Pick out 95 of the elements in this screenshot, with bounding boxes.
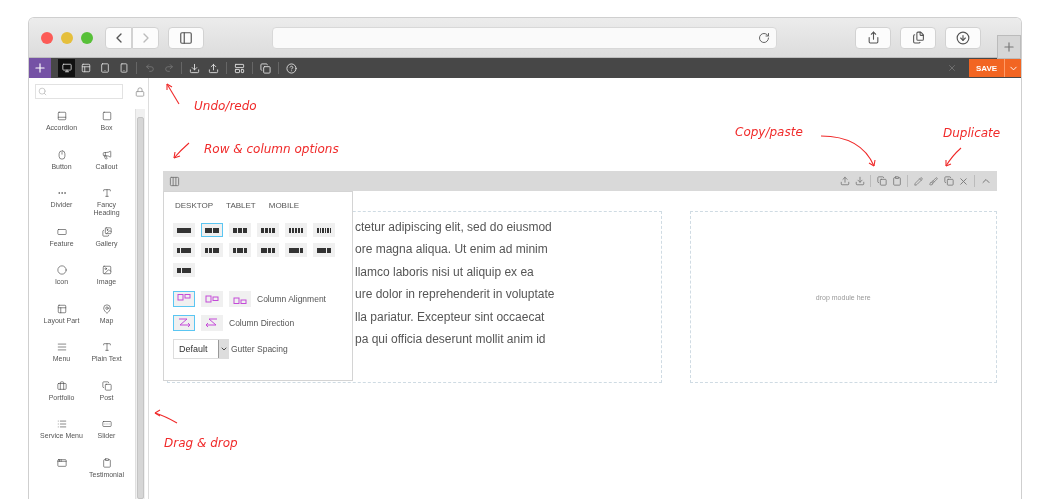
list-icon[interactable] xyxy=(56,419,67,429)
sidebar-icon xyxy=(179,30,193,45)
window-icon[interactable] xyxy=(56,457,67,468)
column-layout-button[interactable] xyxy=(201,223,223,237)
duplicate-row-button[interactable] xyxy=(941,173,956,189)
pages-icon xyxy=(911,31,925,44)
brush-icon xyxy=(929,176,938,186)
annotation-arrow xyxy=(173,142,190,159)
annotation-arrow xyxy=(945,147,962,167)
address-field[interactable] xyxy=(272,26,777,49)
copy-icon xyxy=(876,176,887,186)
image-icon[interactable] xyxy=(101,265,112,275)
clipboard-icon xyxy=(891,176,902,186)
download-icon xyxy=(189,62,200,74)
layout-icon xyxy=(234,62,245,74)
annotation-arrow xyxy=(154,409,178,424)
close-window-icon[interactable] xyxy=(41,31,53,44)
reload-icon xyxy=(758,31,770,44)
body-text: ore magna aliqua. Ut enim ad minim xyxy=(355,241,549,259)
alignment-button[interactable] xyxy=(173,291,195,307)
undo-icon xyxy=(144,63,155,73)
phone-icon xyxy=(118,63,129,73)
new-tab-button[interactable] xyxy=(997,35,1021,59)
caret-icon xyxy=(219,345,228,353)
body-text: ure dolor in reprehenderit in voluptate xyxy=(355,286,556,304)
rectangle-icon[interactable] xyxy=(56,226,67,237)
alignment-icon xyxy=(205,294,219,304)
zigzag-arrow-icon xyxy=(205,318,219,328)
direction-button[interactable] xyxy=(173,315,195,331)
stacked-squares-icon[interactable] xyxy=(101,380,112,391)
gutter-select[interactable]: Default xyxy=(173,339,229,359)
lines-icon[interactable] xyxy=(56,342,67,352)
monitor-icon xyxy=(61,63,72,73)
upload-icon xyxy=(208,62,219,74)
lock-icon[interactable] xyxy=(135,86,145,97)
download-icon xyxy=(854,176,865,186)
annotation-note: Undo/redo xyxy=(194,99,257,113)
gutter-label: Gutter Spacing xyxy=(231,344,288,354)
device-view-button[interactable] xyxy=(58,59,75,77)
panel-icon[interactable] xyxy=(56,111,67,121)
tablet-icon xyxy=(99,63,110,73)
close-icon xyxy=(958,175,969,187)
briefcase-icon[interactable] xyxy=(56,380,67,391)
annotation-note: Row & column options xyxy=(204,142,339,156)
help-icon xyxy=(286,62,297,74)
tabs-button[interactable] xyxy=(900,26,936,49)
share-button[interactable] xyxy=(855,26,891,49)
slider-icon[interactable] xyxy=(101,419,112,429)
device-tab[interactable]: MOBILE xyxy=(268,201,299,210)
search-field[interactable] xyxy=(35,84,123,99)
map-pin-icon[interactable] xyxy=(101,303,112,314)
zigzag-arrow-icon xyxy=(177,318,191,328)
circle-icon[interactable] xyxy=(56,265,67,275)
close-icon xyxy=(946,63,957,73)
mouse-icon[interactable] xyxy=(56,149,67,160)
stacked-squares-icon xyxy=(260,62,271,74)
body-text: llamco laboris nisi ut aliquip ex ea xyxy=(355,263,535,281)
body-text: pa qui officia deserunt mollit anim id xyxy=(355,331,547,349)
share-icon xyxy=(866,31,880,44)
text-icon[interactable] xyxy=(101,342,112,352)
square-icon[interactable] xyxy=(101,111,112,121)
annotation-arrow xyxy=(820,135,876,167)
sidebar-button[interactable] xyxy=(168,26,204,49)
text-size-icon[interactable] xyxy=(101,188,112,198)
annotation-note: Copy/paste xyxy=(735,125,803,139)
alignment-label: Column Alignment xyxy=(257,294,326,304)
upload-icon xyxy=(839,176,850,186)
scrollbar[interactable] xyxy=(135,109,145,499)
annotation-note: Drag & drop xyxy=(164,436,238,450)
clipboard-icon[interactable] xyxy=(101,457,112,468)
annotation-arrow xyxy=(166,83,180,105)
maximize-window-icon[interactable] xyxy=(81,31,93,44)
columns-icon xyxy=(169,175,180,187)
pencil-icon xyxy=(914,176,923,186)
plus-icon xyxy=(33,61,47,75)
download-icon xyxy=(956,30,970,45)
images-icon[interactable] xyxy=(101,226,112,237)
add-button[interactable] xyxy=(29,58,51,78)
layout-icon[interactable] xyxy=(56,303,67,314)
download-button[interactable] xyxy=(945,26,981,49)
body-text: lla pariatur. Excepteur sint occaecat xyxy=(355,308,546,326)
back-button[interactable] xyxy=(105,26,132,49)
search-icon xyxy=(38,87,47,96)
annotation-note: Duplicate xyxy=(943,126,1001,140)
device-tab[interactable]: DESKTOP xyxy=(175,201,214,210)
body-text: ctetur adipiscing elit, sed do eiusmod xyxy=(355,219,553,236)
device-tab[interactable]: TABLET xyxy=(226,201,256,210)
alignment-icon xyxy=(177,294,191,304)
stacked-squares-icon xyxy=(943,176,954,186)
direction-label: Column Direction xyxy=(229,318,295,328)
alignment-icon xyxy=(233,294,247,304)
megaphone-icon[interactable] xyxy=(101,149,112,160)
redo-icon xyxy=(163,63,174,73)
copy-button[interactable] xyxy=(874,173,889,189)
plus-icon xyxy=(1002,40,1016,54)
